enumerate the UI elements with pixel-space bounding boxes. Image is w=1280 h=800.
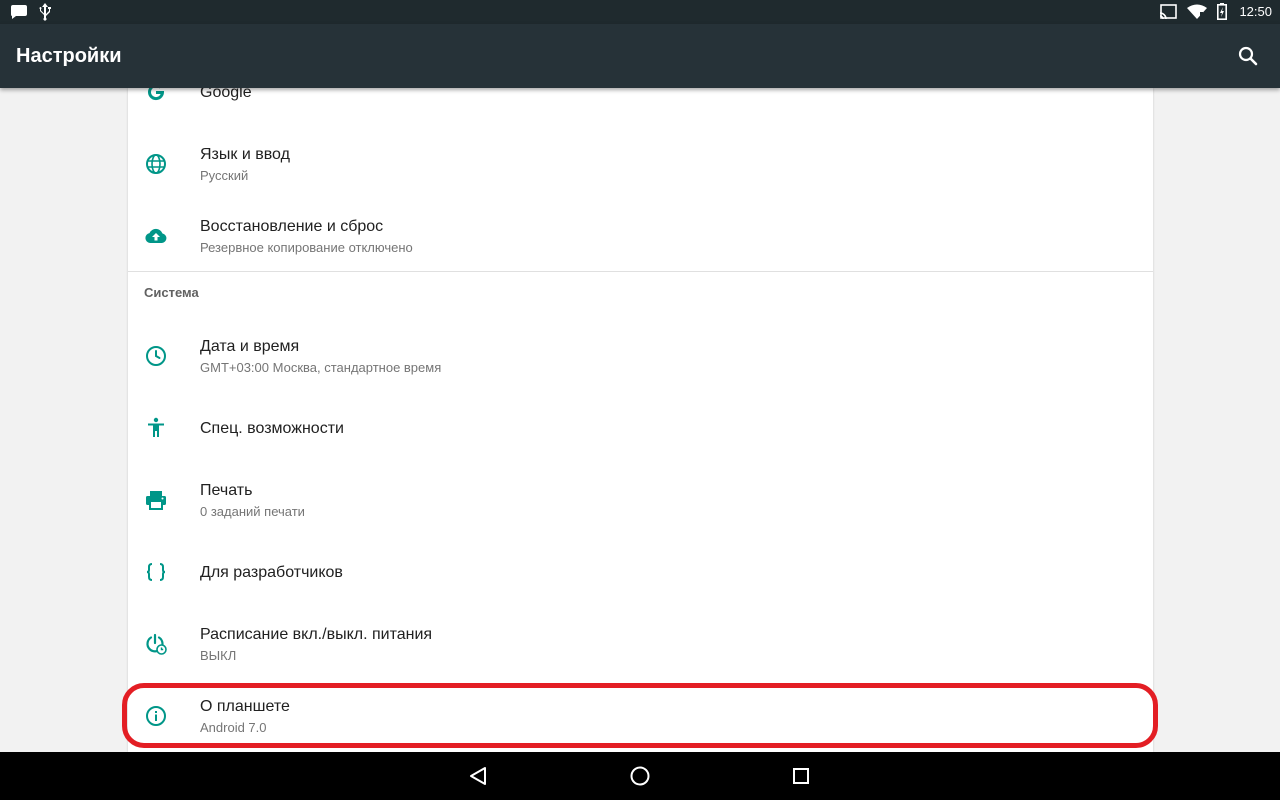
google-g-icon	[148, 88, 165, 101]
setting-google[interactable]: Google	[128, 88, 1153, 128]
setting-title: О планшете	[200, 698, 290, 715]
navigation-bar	[0, 752, 1280, 800]
setting-summary: 0 заданий печати	[200, 504, 305, 519]
section-header-system: Система	[144, 285, 199, 300]
wifi-icon	[1187, 4, 1208, 19]
back-triangle-icon	[470, 767, 486, 785]
battery-charging-icon	[1217, 3, 1228, 20]
status-right: 12:50	[1159, 3, 1272, 20]
setting-summary: GMT+03:00 Москва, стандартное время	[200, 360, 442, 375]
recents-button[interactable]	[789, 764, 813, 788]
printer-icon	[146, 491, 166, 510]
usb-icon	[39, 3, 51, 21]
home-circle-icon	[630, 766, 650, 786]
setting-summary: Android 7.0	[200, 720, 267, 735]
clock-time: 12:50	[1239, 4, 1272, 19]
setting-title: Спец. возможности	[200, 420, 344, 437]
setting-title: Для разработчиков	[200, 564, 343, 581]
setting-title: Дата и время	[200, 338, 300, 355]
braces-icon	[146, 563, 166, 581]
globe-icon	[146, 154, 166, 174]
setting-backup-reset[interactable]: Восстановление и сброс Резервное копиров…	[128, 200, 1153, 272]
setting-power-schedule[interactable]: Расписание вкл./выкл. питания ВЫКЛ	[128, 608, 1153, 680]
recents-square-icon	[793, 768, 809, 784]
setting-summary: Резервное копирование отключено	[200, 240, 413, 255]
setting-summary: ВЫКЛ	[200, 648, 237, 663]
page-title: Настройки	[16, 45, 122, 67]
cloud-upload-icon	[145, 228, 167, 243]
accessibility-icon	[148, 417, 164, 437]
setting-about-tablet[interactable]: О планшете Android 7.0	[128, 680, 1153, 752]
status-left	[10, 3, 52, 21]
setting-title: Google	[200, 88, 252, 101]
search-button[interactable]	[1236, 44, 1260, 68]
setting-title: Язык и ввод	[200, 146, 290, 163]
setting-title: Восстановление и сброс	[200, 218, 384, 235]
setting-accessibility[interactable]: Спец. возможности	[128, 392, 1153, 464]
setting-developer-options[interactable]: Для разработчиков	[128, 536, 1153, 608]
setting-date-time[interactable]: Дата и время GMT+03:00 Москва, стандартн…	[128, 320, 1153, 392]
status-bar: 12:50	[0, 0, 1280, 24]
info-icon	[146, 706, 166, 726]
setting-summary: Русский	[200, 168, 249, 183]
clock-icon	[146, 346, 166, 366]
settings-content[interactable]: Google Язык и ввод Русский Восстановлени…	[0, 88, 1280, 752]
section-divider	[128, 271, 1153, 272]
back-button[interactable]	[466, 764, 490, 788]
cast-icon	[1160, 3, 1178, 19]
setting-printing[interactable]: Печать 0 заданий печати	[128, 464, 1153, 536]
settings-list: Google Язык и ввод Русский Восстановлени…	[128, 88, 1153, 752]
setting-title: Печать	[200, 482, 253, 499]
chat-bubble-icon	[11, 5, 27, 19]
setting-language[interactable]: Язык и ввод Русский	[128, 128, 1153, 200]
home-button[interactable]	[628, 764, 652, 788]
power-clock-icon	[146, 633, 167, 655]
search-icon	[1238, 46, 1258, 66]
app-bar: Настройки	[0, 24, 1280, 88]
setting-title: Расписание вкл./выкл. питания	[200, 626, 433, 643]
